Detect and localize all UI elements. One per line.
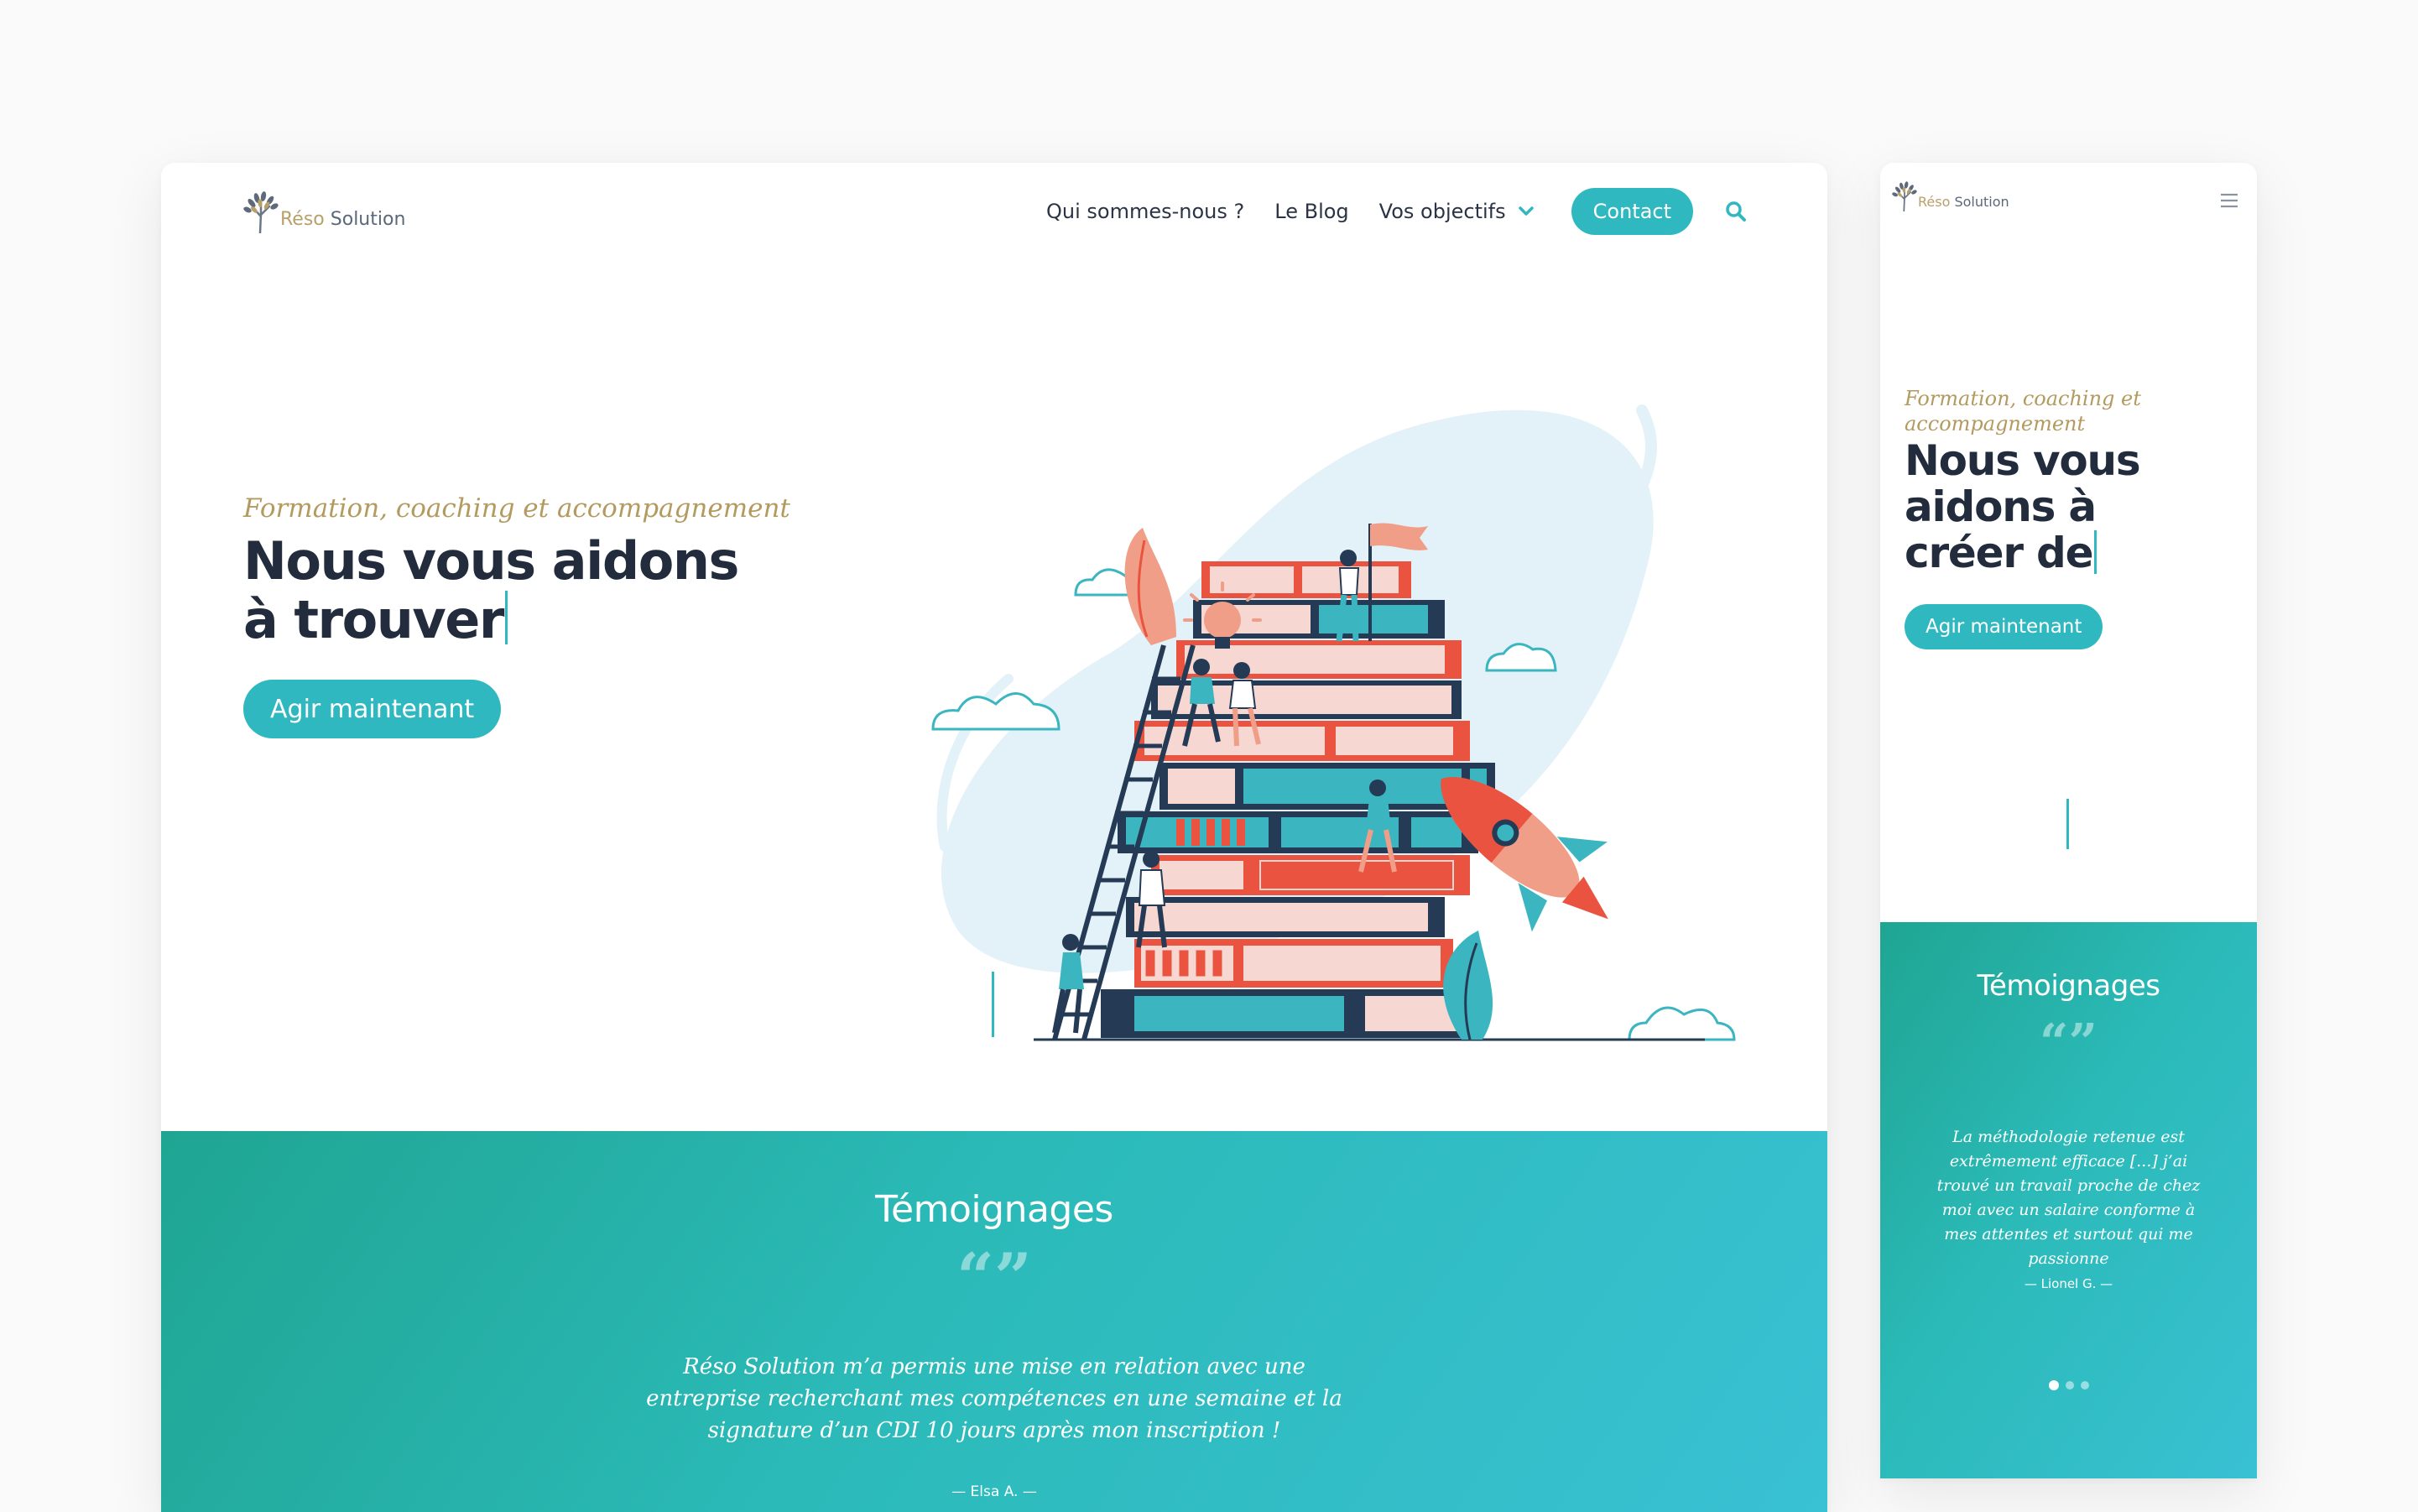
- brand-name: Réso Solution: [1918, 194, 2009, 210]
- hero-tagline: Formation, coaching et accompagnement: [1905, 387, 2141, 435]
- typing-caret: [504, 591, 508, 644]
- mobile-preview: Réso Solution Formation, coaching et acc…: [1880, 163, 2257, 1478]
- nav-link-blog-label: Le Blog: [1274, 200, 1349, 223]
- scroll-indicator: [2066, 799, 2069, 849]
- hero-heading: Nous vous aidons à trouver: [243, 532, 763, 649]
- nav-link-blog[interactable]: Le Blog: [1274, 200, 1348, 223]
- contact-button[interactable]: Contact: [1571, 188, 1693, 235]
- quote-icon: “”: [2039, 1014, 2098, 1072]
- main-navigation: Qui sommes-nous ? Le Blog Vos objectifs …: [1016, 188, 1747, 235]
- nav-link-about-label: Qui sommes-nous ?: [1046, 200, 1245, 223]
- hero-heading: Nous vous aidons à créer de: [1905, 438, 2156, 576]
- testimonials-section: Témoignages “” Réso Solution m’a permis …: [161, 1131, 1827, 1512]
- quote-icon: “”: [956, 1239, 1032, 1316]
- carousel-dot-2[interactable]: [2065, 1381, 2074, 1389]
- brand-name-part1: Réso: [1918, 194, 1951, 210]
- brand-logo[interactable]: Réso Solution: [243, 191, 405, 233]
- carousel-dots: [1880, 1380, 2257, 1390]
- brand-name-part1: Réso: [280, 209, 325, 230]
- contact-button-label: Contact: [1592, 200, 1671, 223]
- brand-name: Réso Solution: [280, 209, 405, 230]
- typing-caret: [2094, 530, 2098, 574]
- act-now-button-label: Agir maintenant: [270, 694, 475, 724]
- testimonials-section: Témoignages “” La méthodologie retenue e…: [1880, 922, 2257, 1478]
- search-icon[interactable]: [1725, 201, 1747, 222]
- hero-heading-text: Nous vous aidons à trouver: [243, 530, 739, 650]
- chevron-down-icon: [1518, 206, 1535, 217]
- nav-link-objectives[interactable]: Vos objectifs: [1379, 200, 1535, 223]
- testimonial-author: — Lionel G. —: [2024, 1276, 2113, 1291]
- act-now-button-label: Agir maintenant: [1926, 616, 2082, 638]
- testimonial-quote: Réso Solution m’a permis une mise en rel…: [646, 1354, 1342, 1443]
- carousel-dot-3[interactable]: [2080, 1381, 2089, 1389]
- testimonial-author: — Elsa A. —: [951, 1483, 1037, 1500]
- carousel-dot-1[interactable]: [2048, 1380, 2059, 1390]
- tree-logo-icon: [243, 191, 279, 233]
- books-stack-illustration: [931, 404, 1736, 1041]
- brand-name-part2: Solution: [330, 209, 406, 230]
- hero-tagline: Formation, coaching et accompagnement: [243, 493, 790, 524]
- testimonial-quote: La méthodologie retenue est extrêmement …: [1936, 1128, 2201, 1268]
- testimonials-title: Témoignages: [875, 1188, 1113, 1231]
- testimonials-title: Témoignages: [1977, 969, 2160, 1003]
- hero-heading-text: Nous vous aidons à créer de: [1905, 436, 2141, 577]
- brand-logo-mobile[interactable]: Réso Solution: [1892, 181, 2009, 211]
- hamburger-icon[interactable]: [2220, 193, 2238, 211]
- brand-name-part2: Solution: [1954, 194, 2009, 210]
- nav-link-objectives-label: Vos objectifs: [1378, 200, 1506, 223]
- nav-link-about[interactable]: Qui sommes-nous ?: [1046, 200, 1244, 223]
- tree-logo-icon: [1892, 181, 1917, 211]
- desktop-preview: Réso Solution Qui sommes-nous ? Le Blog …: [161, 163, 1827, 1512]
- act-now-button[interactable]: Agir maintenant: [243, 680, 502, 738]
- scroll-indicator: [992, 972, 994, 1037]
- act-now-button[interactable]: Agir maintenant: [1905, 604, 2103, 649]
